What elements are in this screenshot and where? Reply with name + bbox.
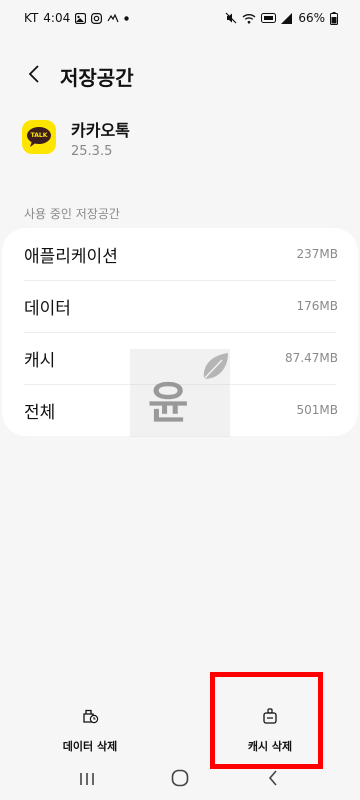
battery-icon <box>330 11 338 25</box>
carrier: KT <box>24 11 39 25</box>
app-version: 25.3.5 <box>71 144 113 159</box>
home-icon <box>171 769 189 791</box>
watermark-text: 윤 <box>148 378 189 429</box>
storage-row-application: 애플리케이션 237MB <box>2 228 358 280</box>
highlight-box <box>210 672 323 769</box>
volte-icon <box>261 13 277 23</box>
clear-data-icon <box>81 708 99 724</box>
clock: 4:04 <box>43 11 71 25</box>
app-icon-label: TALK <box>30 132 48 139</box>
leaf-icon <box>200 351 230 387</box>
status-right: 66% <box>225 11 338 25</box>
row-value: 501MB <box>296 403 339 417</box>
signal-app-icon <box>107 13 119 24</box>
home-button[interactable] <box>160 764 200 796</box>
app-texts: 카카오톡 25.3.5 <box>71 120 130 159</box>
kakaotalk-app-icon: TALK <box>22 120 56 154</box>
watermark: 윤 <box>130 349 230 437</box>
page-title: 저장공간 <box>60 65 134 90</box>
row-label: 전체 <box>24 402 56 423</box>
storage-row-data: 데이터 176MB <box>2 280 358 332</box>
row-label: 애플리케이션 <box>24 246 118 267</box>
app-info: TALK 카카오톡 25.3.5 <box>22 120 342 164</box>
clear-data-button[interactable]: 데이터 삭제 <box>0 690 180 760</box>
recent-apps-button[interactable] <box>67 764 107 796</box>
status-left: KT 4:04 <box>24 11 129 25</box>
app-name: 카카오톡 <box>71 121 130 140</box>
status-bar: KT 4:04 66% <box>0 0 360 36</box>
dot-icon <box>124 15 129 21</box>
back-nav-icon <box>268 770 278 790</box>
battery-percent: 66% <box>298 11 325 25</box>
storage-section-label: 사용 중인 저장공간 <box>24 207 120 221</box>
back-button[interactable] <box>12 58 56 94</box>
navigation-bar <box>0 760 360 800</box>
mute-icon <box>225 12 237 24</box>
recent-apps-icon <box>79 771 95 790</box>
signal-icon <box>281 12 293 24</box>
row-value: 176MB <box>296 299 339 313</box>
row-label: 데이터 <box>24 298 71 319</box>
gallery-icon <box>75 12 87 24</box>
header: 저장공간 <box>0 58 360 94</box>
instagram-icon <box>91 12 103 24</box>
back-nav-button[interactable] <box>253 764 293 796</box>
row-value: 87.47MB <box>285 351 338 365</box>
back-arrow-icon <box>28 65 40 87</box>
wifi-icon <box>242 13 256 24</box>
row-value: 237MB <box>296 247 339 261</box>
clear-data-label: 데이터 삭제 <box>62 740 118 753</box>
row-label: 캐시 <box>24 350 56 371</box>
